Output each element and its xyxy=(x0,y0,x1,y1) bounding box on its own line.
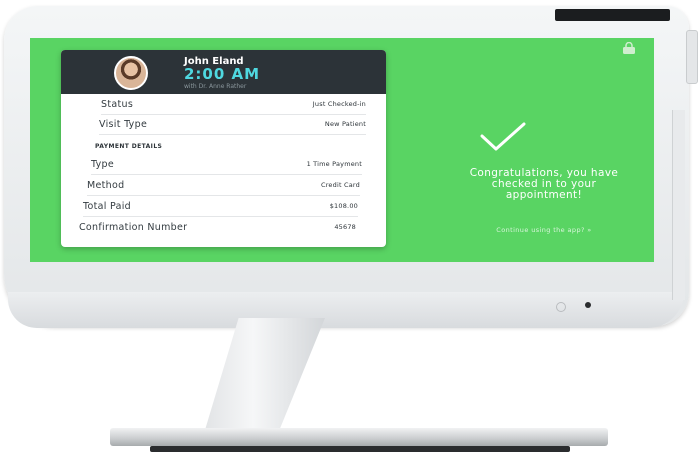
total-paid-label: Total Paid xyxy=(83,200,131,212)
stand-neck xyxy=(205,318,325,430)
visit-type-value: New Patient xyxy=(324,120,366,128)
card-header: John Eland 2:00 AM with Dr. Anne Rather xyxy=(61,50,386,94)
confirmation-number-value: 45678 xyxy=(334,223,356,231)
success-message-line3: appointment! xyxy=(505,189,583,201)
payment-type-label: Type xyxy=(91,158,115,170)
kiosk-device-bottom-edge xyxy=(8,292,684,328)
stand-base xyxy=(110,428,608,446)
power-button[interactable] xyxy=(556,302,566,312)
checkmark-icon xyxy=(480,122,526,151)
appointment-card: John Eland 2:00 AM with Dr. Anne Rather … xyxy=(61,50,386,247)
confirmation-number-row: Confirmation Number 45678 xyxy=(79,217,356,237)
payment-type-row: Type 1 Time Payment xyxy=(91,154,362,175)
total-paid-value: $108.00 xyxy=(329,202,358,210)
continue-using-app-link[interactable]: Continue using the app? » xyxy=(434,226,654,234)
visit-type-label: Visit Type xyxy=(99,118,148,130)
confirmation-number-label: Confirmation Number xyxy=(79,221,188,233)
avatar xyxy=(114,56,148,90)
stand-feet xyxy=(150,446,570,452)
camera-bar xyxy=(555,9,670,21)
side-card-slot xyxy=(686,30,698,84)
success-message: Congratulations, you have checked in to … xyxy=(434,168,654,201)
total-paid-row: Total Paid $108.00 xyxy=(83,196,358,217)
status-label: Status xyxy=(101,98,134,110)
status-row: Status Just Checked-in xyxy=(101,94,366,115)
lock-icon[interactable] xyxy=(622,42,636,54)
status-value: Just Checked-in xyxy=(312,100,366,108)
headphone-port xyxy=(585,302,591,308)
payment-details-heading: PAYMENT DETAILS xyxy=(95,143,163,150)
payment-method-row: Method Credit Card xyxy=(87,175,360,196)
appointment-time: 2:00 AM xyxy=(184,65,261,83)
visit-type-row: Visit Type New Patient xyxy=(99,114,366,135)
side-card-reader xyxy=(672,110,685,300)
payment-method-label: Method xyxy=(87,179,125,191)
payment-method-value: Credit Card xyxy=(320,181,360,189)
payment-type-value: 1 Time Payment xyxy=(306,160,362,168)
doctor-name: with Dr. Anne Rather xyxy=(184,83,247,90)
